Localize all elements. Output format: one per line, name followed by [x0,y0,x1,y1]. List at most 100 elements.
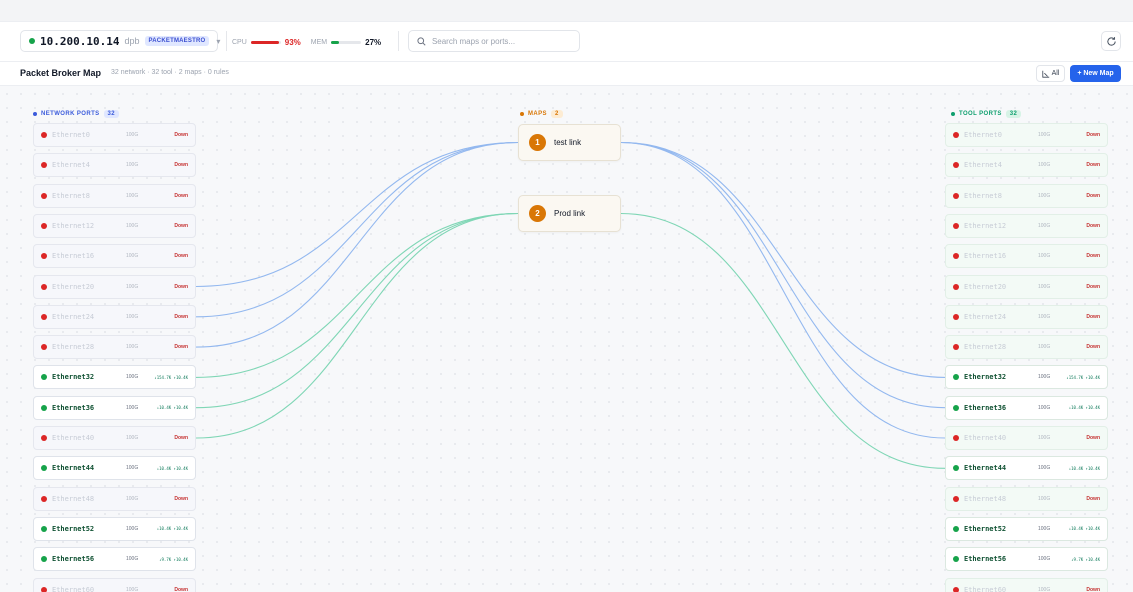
tool-port-row[interactable]: Ethernet60 100G Down [945,577,1108,592]
port-status-dot [953,222,959,229]
port-speed: 100G [1038,465,1051,472]
network-port-row[interactable]: Ethernet4 100G Down [33,153,196,178]
network-port-row[interactable]: Ethernet56 100G ↓9.7K ↑10.4K [33,547,196,572]
host-proto: dpb [124,36,140,46]
tool-port-row[interactable]: Ethernet48 100G Down [945,486,1108,511]
page-title: Packet Broker Map [20,68,102,78]
tool-port-row[interactable]: Ethernet56 100G ↓9.7K ↑10.4K [945,547,1108,572]
port-status-down: Down [1086,253,1100,260]
port-status-dot [41,495,47,502]
new-map-button[interactable]: + New Map [1070,65,1121,82]
tool-port-row[interactable]: Ethernet28 100G Down [945,335,1108,360]
network-port-row[interactable]: Ethernet48 100G Down [33,486,196,511]
port-speed: 100G [1038,586,1051,592]
port-traffic: ↓10.4K ↑10.4K [156,526,188,532]
network-port-row[interactable]: Ethernet28 100G Down [33,335,196,360]
port-status-dot [41,192,47,199]
map-to-tool-link [620,141,946,378]
port-status-down: Down [174,586,188,592]
port-speed: 100G [1038,374,1051,381]
tool-port-row[interactable]: Ethernet44 100G ↓10.4K ↑10.4K [945,456,1108,481]
port-status-dot [41,404,47,411]
search-box[interactable] [408,30,580,52]
port-status-dot [953,556,959,563]
port-name: Ethernet52 [52,524,95,533]
port-status-down: Down [174,192,188,199]
port-status-down: Down [174,344,188,351]
network-port-row[interactable]: Ethernet36 100G ↓10.4K ↑10.4K [33,395,196,420]
network-port-row[interactable]: Ethernet32 100G ↓154.7K ↑10.4K [33,365,196,390]
port-status-dot [953,253,959,260]
network-port-row[interactable]: Ethernet20 100G Down [33,274,196,299]
tool-port-row[interactable]: Ethernet8 100G Down [945,183,1108,208]
port-speed: 100G [1038,253,1051,260]
port-status-dot [41,556,47,563]
tool-port-row[interactable]: Ethernet16 100G Down [945,244,1108,269]
port-traffic: ↓10.4K ↑10.4K [1068,465,1100,471]
port-status-dot [41,283,47,290]
network-to-map-link [195,212,519,439]
port-name: Ethernet20 [964,282,1007,291]
port-speed: 100G [1038,313,1051,320]
network-to-map-link [195,141,519,288]
filter-all-label: All [1051,70,1060,77]
mem-bar [331,40,362,44]
port-speed: 100G [126,283,139,290]
filter-all-button[interactable]: All [1036,65,1065,82]
port-name: Ethernet60 [964,585,1007,592]
map-node[interactable]: 1 test link [518,124,621,161]
divider [226,31,227,51]
tool-port-row[interactable]: Ethernet12 100G Down [945,213,1108,238]
tool-port-row[interactable]: Ethernet0 100G Down [945,123,1108,147]
tool-port-row[interactable]: Ethernet4 100G Down [945,153,1108,178]
port-status-down: Down [174,495,188,502]
tool-port-row[interactable]: Ethernet40 100G Down [945,426,1108,450]
search-input[interactable] [431,36,571,46]
port-traffic: ↓10.4K ↑10.4K [156,465,188,471]
port-name: Ethernet0 [964,131,1002,139]
port-name: Ethernet60 [52,585,95,592]
tool-port-row[interactable]: Ethernet20 100G Down [945,274,1108,299]
tool-port-row[interactable]: Ethernet24 100G Down [945,304,1108,329]
port-speed: 100G [1038,132,1051,138]
network-header-dot [33,112,37,116]
network-port-row[interactable]: Ethernet52 100G ↓10.4K ↑10.4K [33,516,196,541]
port-status-dot [953,344,959,351]
port-status-down: Down [1086,162,1100,169]
port-speed: 100G [126,192,139,199]
refresh-icon [1106,36,1116,46]
window-top-strip [0,0,1133,22]
port-status-down: Down [174,313,188,320]
network-port-row[interactable]: Ethernet8 100G Down [33,183,196,208]
host-status-dot [29,38,35,44]
tool-port-row[interactable]: Ethernet52 100G ↓10.4K ↑10.4K [945,516,1108,541]
port-status-dot [953,525,959,532]
port-name: Ethernet28 [964,343,1007,352]
port-status-dot [953,162,959,169]
network-port-row[interactable]: Ethernet0 100G Down [33,123,196,147]
port-name: Ethernet8 [52,191,90,200]
network-port-row[interactable]: Ethernet12 100G Down [33,213,196,238]
map-to-tool-link [620,141,946,439]
tool-port-row[interactable]: Ethernet36 100G ↓10.4K ↑10.4K [945,395,1108,420]
port-name: Ethernet44 [52,464,95,473]
network-port-row[interactable]: Ethernet16 100G Down [33,244,196,269]
maps-header-dot [520,112,524,116]
host-selector[interactable]: 10.200.10.14 dpb PACKETMAESTRO ▾ [20,30,220,52]
network-port-row[interactable]: Ethernet40 100G Down [33,426,196,450]
port-name: Ethernet56 [52,555,95,564]
refresh-button[interactable] [1101,31,1121,51]
port-speed: 100G [126,556,139,563]
search-icon [417,36,426,46]
network-port-row[interactable]: Ethernet60 100G Down [33,577,196,592]
port-name: Ethernet16 [964,252,1007,261]
port-speed: 100G [1038,495,1051,502]
port-name: Ethernet40 [964,434,1007,442]
page-stats: 32 network · 32 tool · 2 maps · 0 rules [111,69,229,76]
network-port-row[interactable]: Ethernet44 100G ↓10.4K ↑10.4K [33,456,196,481]
maps-header: MAPS 2 [520,110,563,118]
tool-port-row[interactable]: Ethernet32 100G ↓154.7K ↑10.4K [945,365,1108,390]
map-node[interactable]: 2 Prod link [518,195,621,232]
network-port-row[interactable]: Ethernet24 100G Down [33,304,196,329]
network-ports-header: NETWORK PORTS 32 [33,110,120,118]
